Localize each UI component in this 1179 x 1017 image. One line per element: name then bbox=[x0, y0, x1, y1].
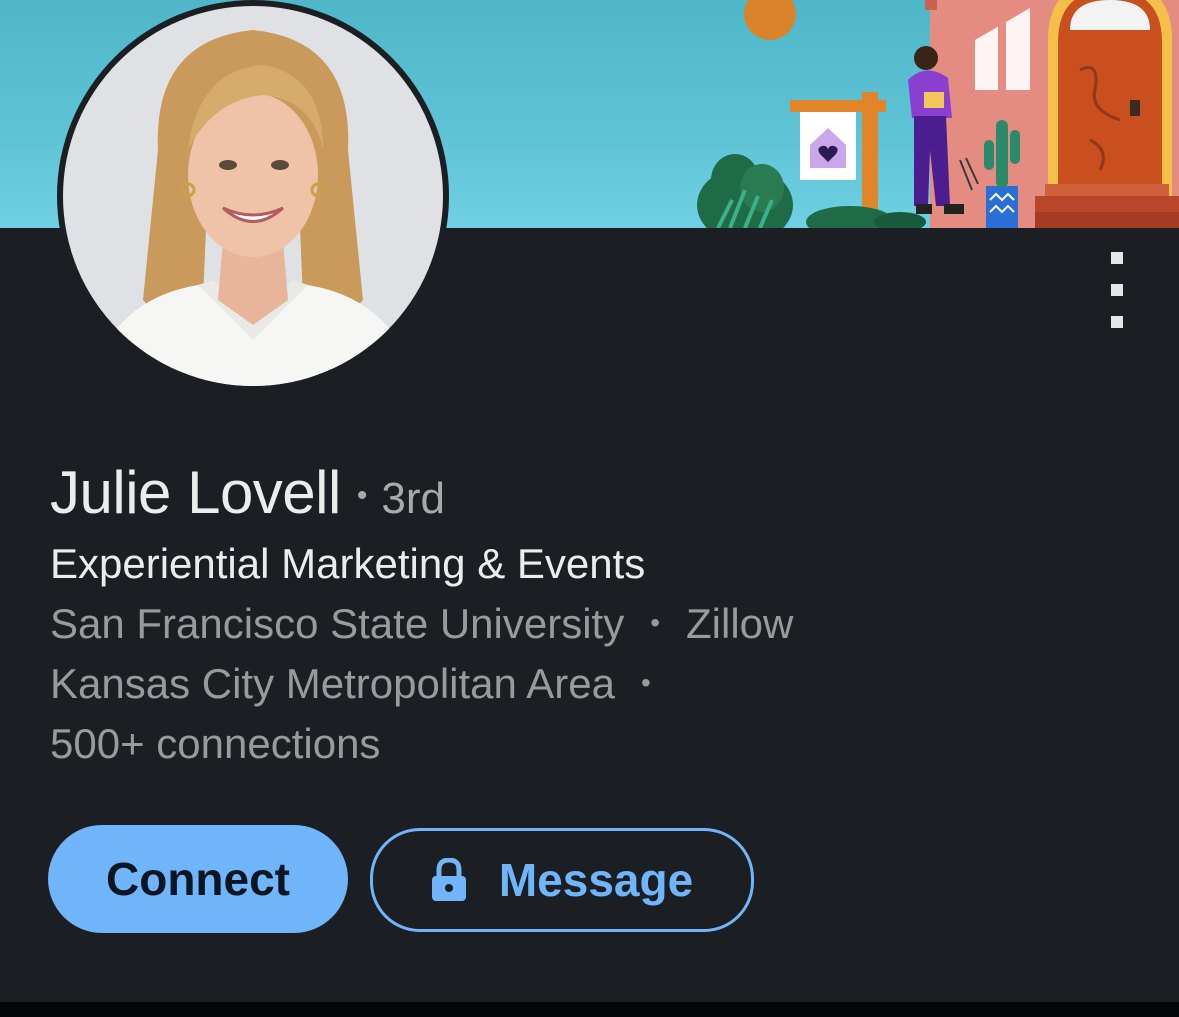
more-dot bbox=[1111, 252, 1123, 264]
connection-degree: 3rd bbox=[381, 474, 445, 523]
profile-avatar[interactable] bbox=[48, 0, 458, 392]
more-vertical-icon[interactable] bbox=[1098, 252, 1136, 328]
bottom-edge bbox=[0, 1002, 1179, 1017]
lock-icon bbox=[431, 858, 466, 901]
connect-button[interactable]: Connect bbox=[48, 825, 348, 933]
more-dot bbox=[1111, 284, 1123, 296]
message-button[interactable]: Message bbox=[370, 828, 754, 932]
more-dot bbox=[1111, 316, 1123, 328]
education-company-line: San Francisco State University • Zillow bbox=[50, 600, 793, 648]
education-link[interactable]: San Francisco State University bbox=[50, 600, 624, 647]
profile-headline: Experiential Marketing & Events bbox=[50, 540, 646, 587]
location-line: Kansas City Metropolitan Area • bbox=[50, 660, 677, 708]
company-link[interactable]: Zillow bbox=[686, 600, 793, 647]
connections-count[interactable]: 500+ connections bbox=[50, 720, 380, 768]
profile-page: Julie Lovell • 3rd Experiential Marketin… bbox=[0, 0, 1179, 1017]
degree-separator: • bbox=[356, 479, 368, 512]
connect-button-label: Connect bbox=[106, 853, 290, 905]
name-row: Julie Lovell • 3rd bbox=[50, 458, 445, 527]
separator: • bbox=[650, 607, 661, 638]
separator: • bbox=[640, 667, 651, 698]
profile-name: Julie Lovell bbox=[50, 459, 341, 526]
message-button-label: Message bbox=[498, 854, 694, 906]
profile-location: Kansas City Metropolitan Area bbox=[50, 660, 615, 707]
